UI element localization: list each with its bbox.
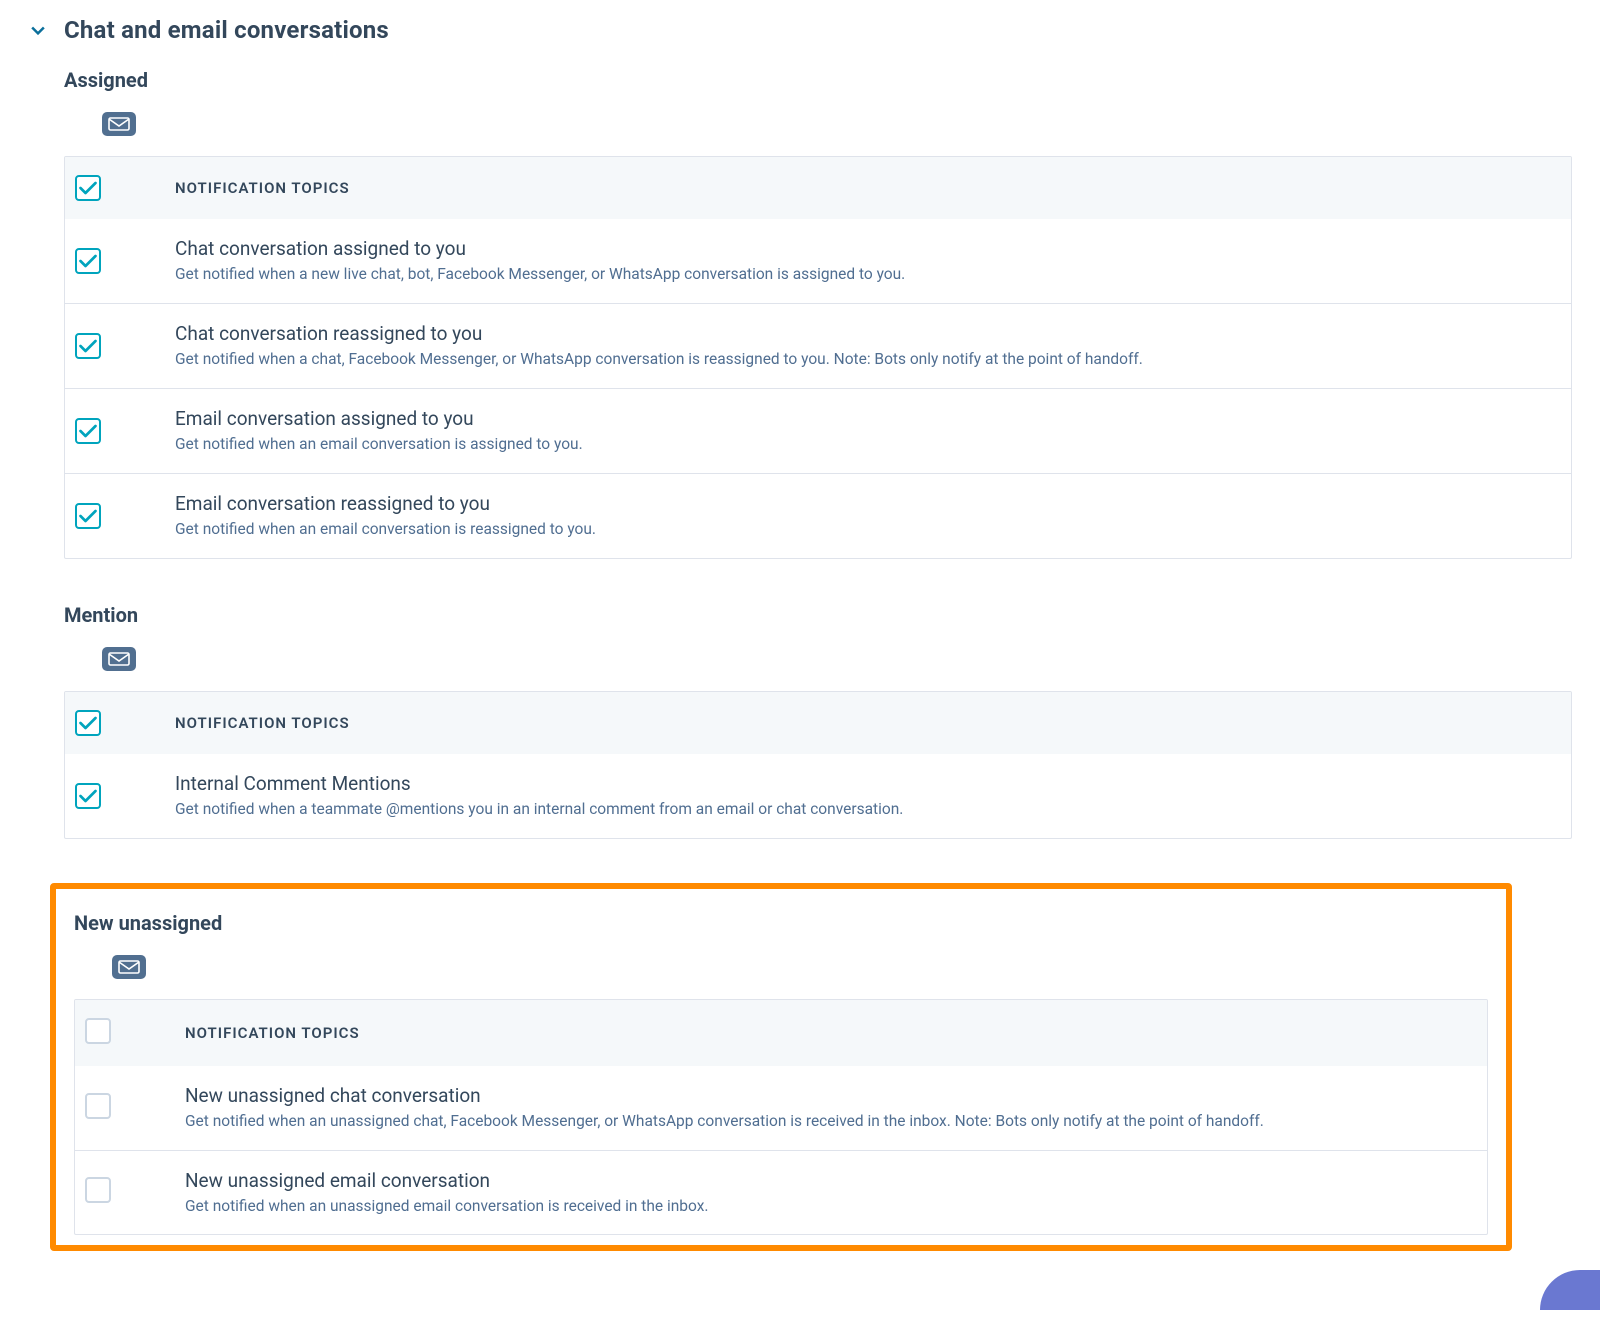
email-channel-icon xyxy=(102,112,136,136)
table-row: Chat conversation assigned to you Get not… xyxy=(65,219,1571,303)
select-all-checkbox[interactable] xyxy=(75,710,101,736)
row-title: Chat conversation reassigned to you xyxy=(175,322,1561,345)
row-description: Get notified when an unassigned chat, Fa… xyxy=(185,1111,1477,1132)
table-row: Email conversation reassigned to you Get … xyxy=(65,473,1571,558)
chevron-down-icon xyxy=(28,20,48,40)
row-checkbox[interactable] xyxy=(75,503,101,529)
row-description: Get notified when a teammate @mentions y… xyxy=(175,799,1561,820)
help-fab[interactable] xyxy=(1540,1270,1600,1310)
row-title: Chat conversation assigned to you xyxy=(175,237,1561,260)
row-title: Internal Comment Mentions xyxy=(175,772,1561,795)
table-row: Chat conversation reassigned to you Get n… xyxy=(65,303,1571,388)
row-checkbox[interactable] xyxy=(75,783,101,809)
row-description: Get notified when an unassigned email co… xyxy=(185,1196,1477,1217)
row-title: Email conversation assigned to you xyxy=(175,407,1561,430)
notification-section-assigned: Assigned NOTIFICATION TOPICSChat convers… xyxy=(64,68,1572,559)
table-header-label: NOTIFICATION TOPICS xyxy=(165,692,1571,754)
highlighted-section: New unassigned NOTIFICATION TOPICSNew un… xyxy=(50,883,1512,1252)
select-all-checkbox[interactable] xyxy=(75,175,101,201)
notification-table: NOTIFICATION TOPICSNew unassigned chat c… xyxy=(74,999,1488,1236)
row-description: Get notified when a new live chat, bot, … xyxy=(175,264,1561,285)
row-checkbox[interactable] xyxy=(75,248,101,274)
notification-table: NOTIFICATION TOPICSChat conversation ass… xyxy=(64,156,1572,559)
row-checkbox[interactable] xyxy=(85,1093,111,1119)
collapsible-header[interactable]: Chat and email conversations xyxy=(28,10,1572,68)
page-title: Chat and email conversations xyxy=(64,16,389,44)
section-title: New unassigned xyxy=(74,911,1488,935)
notification-section-mention: Mention NOTIFICATION TOPICSInternal Comm… xyxy=(64,603,1572,839)
email-channel-icon xyxy=(112,955,146,979)
notification-table: NOTIFICATION TOPICSInternal Comment Ment… xyxy=(64,691,1572,839)
notification-section-new_unassigned: New unassigned NOTIFICATION TOPICSNew un… xyxy=(64,883,1572,1252)
table-row: New unassigned email conversation Get not… xyxy=(75,1150,1487,1235)
section-title: Mention xyxy=(64,603,1572,627)
row-description: Get notified when a chat, Facebook Messe… xyxy=(175,349,1561,370)
table-row: New unassigned chat conversation Get noti… xyxy=(75,1066,1487,1150)
row-checkbox[interactable] xyxy=(75,418,101,444)
table-row: Email conversation assigned to you Get no… xyxy=(65,388,1571,473)
row-title: New unassigned email conversation xyxy=(185,1169,1477,1192)
section-title: Assigned xyxy=(64,68,1572,92)
row-description: Get notified when an email conversation … xyxy=(175,519,1561,540)
row-description: Get notified when an email conversation … xyxy=(175,434,1561,455)
table-header-label: NOTIFICATION TOPICS xyxy=(165,157,1571,219)
row-checkbox[interactable] xyxy=(75,333,101,359)
row-checkbox[interactable] xyxy=(85,1177,111,1203)
table-row: Internal Comment Mentions Get notified wh… xyxy=(65,754,1571,838)
email-channel-icon xyxy=(102,647,136,671)
row-title: Email conversation reassigned to you xyxy=(175,492,1561,515)
row-title: New unassigned chat conversation xyxy=(185,1084,1477,1107)
select-all-checkbox[interactable] xyxy=(85,1018,111,1044)
table-header-label: NOTIFICATION TOPICS xyxy=(175,1000,1487,1066)
